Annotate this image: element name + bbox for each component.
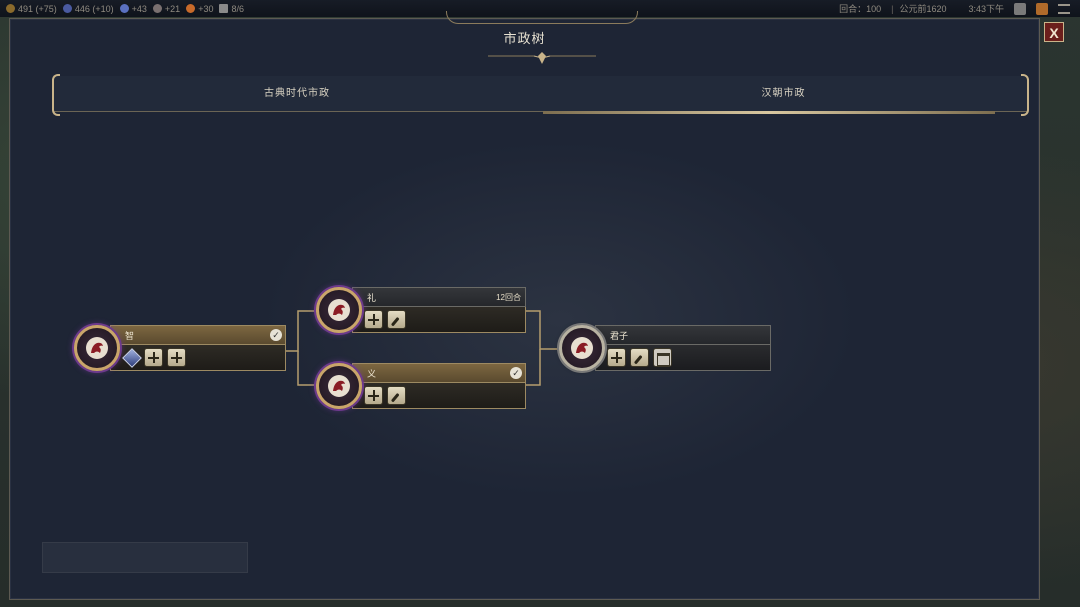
civic-node-zhi[interactable]: 智 ✓ bbox=[74, 325, 286, 373]
leaf-icon[interactable] bbox=[630, 348, 649, 367]
civic-node-yi[interactable]: 义 ✓ bbox=[316, 363, 528, 411]
civic-header-bar: 礼 12回合 bbox=[352, 287, 526, 307]
civic-name: 礼 bbox=[367, 293, 377, 303]
science-value: 446 bbox=[74, 3, 90, 14]
resource-faith: +21 bbox=[152, 3, 181, 14]
civic-name: 君子 bbox=[610, 331, 629, 341]
unlock-icons bbox=[607, 348, 676, 367]
unlock-icons bbox=[122, 348, 190, 367]
amenity-value: +30 bbox=[198, 3, 214, 14]
civic-name: 义 bbox=[367, 369, 377, 379]
building-icon[interactable] bbox=[653, 348, 672, 367]
divider: | bbox=[891, 3, 894, 14]
amenity-icon bbox=[186, 4, 196, 13]
civic-name: 智 bbox=[125, 331, 135, 341]
culture-icon bbox=[119, 4, 129, 13]
year-label: 公元前1620 bbox=[899, 4, 947, 14]
faith-icon bbox=[152, 4, 162, 13]
dragon-emblem-icon bbox=[571, 337, 593, 359]
gold-delta: (+75) bbox=[35, 3, 57, 14]
dragon-emblem-icon bbox=[328, 299, 350, 321]
units-value: 8/6 bbox=[231, 3, 244, 14]
civic-header-bar: 智 ✓ bbox=[110, 325, 286, 345]
resource-gold: 491 (+75) bbox=[6, 4, 57, 14]
culture-value: +43 bbox=[131, 3, 147, 14]
civic-emblem bbox=[316, 363, 362, 409]
faith-value: +21 bbox=[164, 3, 181, 14]
resource-units: 8/6 bbox=[219, 4, 244, 14]
faded-background-element bbox=[42, 542, 248, 573]
turn-counter: 回合：100 bbox=[839, 4, 882, 14]
dragon-emblem-icon bbox=[328, 375, 350, 397]
civic-emblem bbox=[316, 287, 362, 333]
completed-check-icon: ✓ bbox=[270, 329, 282, 341]
plus-icon[interactable] bbox=[364, 386, 383, 405]
plus-icon[interactable] bbox=[364, 310, 383, 329]
resource-science: 446 (+10) bbox=[62, 3, 114, 14]
unlock-icons bbox=[364, 310, 410, 329]
gold-value: 491 bbox=[18, 3, 34, 14]
civics-tree-panel: 市政树 X 古典时代市政 汉朝市政 智 ✓ 礼 12回合 义 ✓ 君子 bbox=[9, 11, 1064, 600]
units-icon bbox=[219, 4, 229, 13]
plus-icon[interactable] bbox=[607, 348, 626, 367]
resource-amenity: +30 bbox=[186, 4, 213, 14]
civic-node-junzi[interactable]: 君子 bbox=[559, 325, 773, 373]
resource-culture: +43 bbox=[119, 3, 147, 14]
science-delta: (+10) bbox=[92, 3, 114, 14]
civic-node-li[interactable]: 礼 12回合 bbox=[316, 287, 528, 335]
plus-icon[interactable] bbox=[144, 348, 163, 367]
advisor-icon[interactable] bbox=[1014, 2, 1026, 15]
civic-turns: 12回合 bbox=[496, 293, 521, 302]
help-icon[interactable] bbox=[1036, 2, 1048, 15]
menu-icon[interactable] bbox=[1058, 3, 1070, 14]
civic-emblem bbox=[74, 325, 120, 371]
completed-check-icon: ✓ bbox=[510, 367, 522, 379]
gold-icon bbox=[6, 4, 15, 13]
leaf-icon[interactable] bbox=[387, 386, 406, 405]
topbar-right: 回合：100 | 公元前1620 3:43下午 bbox=[839, 0, 1080, 17]
gem-icon[interactable] bbox=[122, 348, 140, 367]
civic-emblem bbox=[559, 325, 605, 371]
science-icon bbox=[62, 4, 72, 13]
civic-header-bar: 义 ✓ bbox=[352, 363, 526, 383]
civic-header-bar: 君子 bbox=[595, 325, 771, 345]
dragon-emblem-icon bbox=[86, 337, 108, 359]
leaf-icon[interactable] bbox=[387, 310, 406, 329]
unlock-icons bbox=[364, 386, 410, 405]
close-button[interactable]: X bbox=[1044, 22, 1064, 42]
clock-label: 3:43下午 bbox=[968, 4, 1004, 14]
plus-icon[interactable] bbox=[167, 348, 186, 367]
